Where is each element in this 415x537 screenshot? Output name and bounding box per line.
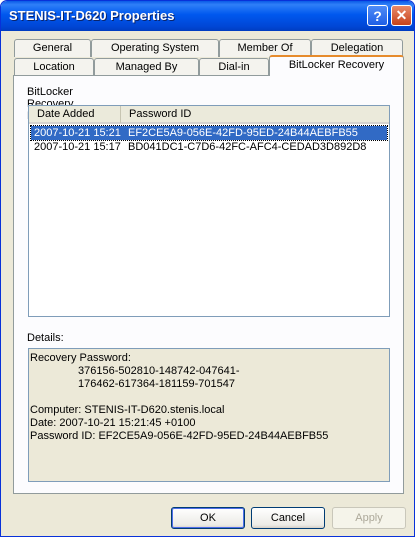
help-button[interactable]: ?: [367, 5, 388, 26]
column-date-added[interactable]: Date Added: [29, 106, 121, 123]
title-bar[interactable]: STENIS-IT-D620 Properties ? ✕: [1, 1, 414, 31]
close-button[interactable]: ✕: [391, 5, 412, 26]
tab-general[interactable]: General: [14, 39, 91, 57]
window-title: STENIS-IT-D620 Properties: [9, 8, 175, 23]
row-password-id: BD041DC1-C7D6-42FC-AFC4-CEDAD3D892D8: [128, 141, 367, 153]
details-computer: Computer: STENIS-IT-D620.stenis.local: [30, 404, 225, 416]
row-date: 2007-10-21 15:17: [34, 141, 121, 153]
details-date: Date: 2007-10-21 15:21:45 +0100: [30, 417, 196, 429]
details-password-id: Password ID: EF2CE5A9-056E-42FD-95ED-24B…: [30, 430, 329, 442]
tab-dial-in[interactable]: Dial-in: [199, 58, 269, 76]
tab-bitlocker-recovery[interactable]: BitLocker Recovery: [269, 55, 404, 76]
recovery-password-line-2: 176462-617364-181159-701547: [78, 378, 235, 390]
details-box[interactable]: Recovery Password: 376156-502810-148742-…: [28, 348, 390, 482]
recovery-password-line-1: 376156-502810-148742-047641-: [78, 365, 240, 377]
ok-button[interactable]: OK: [171, 507, 245, 529]
row-password-id: EF2CE5A9-056E-42FD-95ED-24B44AEBFB55: [128, 127, 358, 139]
table-row[interactable]: 2007-10-21 15:21 EF2CE5A9-056E-42FD-95ED…: [30, 125, 388, 141]
recovery-password-label: Recovery Password:: [30, 352, 131, 364]
column-password-id[interactable]: Password ID: [121, 106, 389, 123]
cancel-button[interactable]: Cancel: [251, 507, 325, 529]
tab-managed-by[interactable]: Managed By: [94, 58, 199, 76]
tab-operating-system[interactable]: Operating System: [91, 39, 219, 57]
apply-button[interactable]: Apply: [332, 507, 406, 529]
row-date: 2007-10-21 15:21: [34, 127, 121, 139]
tab-location[interactable]: Location: [14, 58, 94, 76]
table-row[interactable]: 2007-10-21 15:17 BD041DC1-C7D6-42FC-AFC4…: [31, 140, 387, 154]
recovery-password-list[interactable]: Date Added Password ID 2007-10-21 15:21 …: [28, 105, 390, 317]
details-label: Details:: [27, 332, 64, 344]
properties-dialog: STENIS-IT-D620 Properties ? ✕ General Op…: [0, 0, 415, 537]
list-header: Date Added Password ID: [29, 106, 389, 124]
